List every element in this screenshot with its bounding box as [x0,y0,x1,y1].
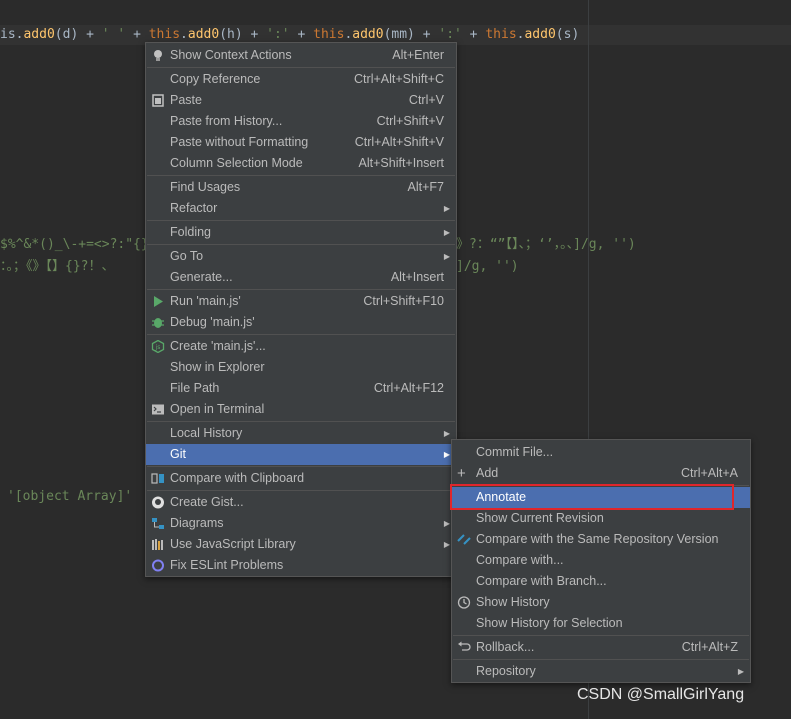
clipboard-icon [152,94,164,107]
eslint-icon [152,559,164,572]
rollback-icon [458,641,471,651]
menu-separator [147,175,455,176]
git-item-rollback[interactable]: Rollback... Ctrl+Alt+Z [452,637,750,658]
git-item-show-history-for-selection[interactable]: Show History for Selection [452,613,750,634]
menu-item-paste-without-formatting[interactable]: Paste without Formatting Ctrl+Alt+Shift+… [146,132,456,153]
git-submenu: Commit File... + Add Ctrl+Alt+A Annotate… [451,439,751,683]
menu-item-show-in-explorer[interactable]: Show in Explorer [146,357,456,378]
menu-separator [147,334,455,335]
submenu-arrow-icon: ▶ [443,429,450,438]
bulb-icon [154,50,162,61]
compare-arrows-icon [457,534,471,545]
diagrams-icon [152,518,164,529]
menu-item-go-to[interactable]: Go To ▶ [146,246,456,267]
submenu-arrow-icon: ▶ [443,252,450,261]
menu-item-folding[interactable]: Folding ▶ [146,222,456,243]
submenu-arrow-icon: ▶ [443,519,450,528]
submenu-arrow-icon: ▶ [443,450,450,459]
menu-item-show-context-actions[interactable]: Show Context Actions Alt+Enter [146,45,456,66]
menu-item-paste-from-history[interactable]: Paste from History... Ctrl+Shift+V [146,111,456,132]
submenu-arrow-icon: ▶ [737,667,744,676]
menu-item-run-main-js[interactable]: Run 'main.js' Ctrl+Shift+F10 [146,291,456,312]
history-icon [457,596,471,609]
debug-icon [152,318,164,328]
menu-item-local-history[interactable]: Local History ▶ [146,423,456,444]
menu-item-paste[interactable]: Paste Ctrl+V [146,90,456,111]
code-line-regex-left: $%^&*()_\-+=<>?:"{} [0,237,149,252]
menu-item-refactor[interactable]: Refactor ▶ [146,198,456,219]
menu-item-copy-reference[interactable]: Copy Reference Ctrl+Alt+Shift+C [146,69,456,90]
svg-text:js: js [155,344,161,351]
terminal-icon [152,404,164,415]
code-line-regex2-left: ：。；《》【】{}?！、 [0,259,115,274]
menu-item-create-main-js[interactable]: js Create 'main.js'... [146,336,456,357]
nodejs-icon: js [151,340,165,353]
git-item-add[interactable]: + Add Ctrl+Alt+A [452,463,750,484]
code-line-regex2-right: ]/g, '') [456,259,519,274]
menu-item-column-selection-mode[interactable]: Column Selection Mode Alt+Shift+Insert [146,153,456,174]
git-item-compare-with[interactable]: Compare with... [452,550,750,571]
plus-icon: + [457,465,466,482]
menu-item-debug-main-js[interactable]: Debug 'main.js' [146,312,456,333]
menu-separator [147,244,455,245]
git-item-commit-file[interactable]: Commit File... [452,442,750,463]
menu-item-find-usages[interactable]: Find Usages Alt+F7 [146,177,456,198]
menu-separator [147,220,455,221]
library-icon [152,539,163,550]
code-line-regex-right: 》?：“”【】、；‘’，。、]/g, '') [456,237,636,252]
menu-separator [147,67,455,68]
compare-icon [151,473,164,484]
run-icon [154,296,163,307]
git-item-repository[interactable]: Repository ▶ [452,661,750,682]
editor-context-menu: Show Context Actions Alt+Enter Copy Refe… [145,42,457,577]
menu-item-open-in-terminal[interactable]: Open in Terminal [146,399,456,420]
git-item-compare-with-branch[interactable]: Compare with Branch... [452,571,750,592]
menu-separator [147,490,455,491]
menu-item-git[interactable]: Git ▶ [146,444,456,465]
menu-separator [453,635,749,636]
menu-item-compare-with-clipboard[interactable]: Compare with Clipboard [146,468,456,489]
menu-item-fix-eslint-problems[interactable]: Fix ESLint Problems [146,555,456,576]
submenu-arrow-icon: ▶ [443,228,450,237]
code-line-object-array: '[object Array]' [7,489,133,504]
git-item-show-history[interactable]: Show History [452,592,750,613]
github-icon [152,496,164,509]
menu-separator [453,659,749,660]
watermark: CSDN @SmallGirlYang [577,686,745,703]
git-item-show-current-revision[interactable]: Show Current Revision [452,508,750,529]
submenu-arrow-icon: ▶ [443,540,450,549]
menu-separator [147,421,455,422]
menu-item-create-gist[interactable]: Create Gist... [146,492,456,513]
submenu-arrow-icon: ▶ [443,204,450,213]
annotation-highlight-box [450,484,734,510]
menu-item-generate[interactable]: Generate... Alt+Insert [146,267,456,288]
menu-separator [147,466,455,467]
menu-item-file-path[interactable]: File Path Ctrl+Alt+F12 [146,378,456,399]
git-item-compare-same-repo-version[interactable]: Compare with the Same Repository Version [452,529,750,550]
menu-item-use-javascript-library[interactable]: Use JavaScript Library ▶ [146,534,456,555]
menu-separator [147,289,455,290]
menu-item-diagrams[interactable]: Diagrams ▶ [146,513,456,534]
